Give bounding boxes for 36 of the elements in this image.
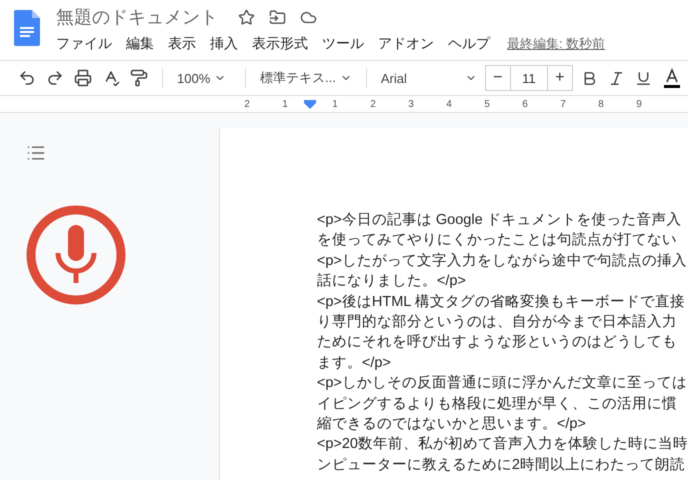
zoom-dropdown[interactable]: 100% bbox=[175, 68, 233, 88]
document-text-line: <p>後はHTML 構文タグの省略変換もキーボードで直接 bbox=[316, 292, 686, 312]
move-folder-icon[interactable] bbox=[269, 8, 286, 26]
menu-item[interactable]: ヘルプ bbox=[441, 33, 497, 55]
document-text-line: イピングするよりも格段に処理が早く、この活用に慣 bbox=[316, 394, 678, 414]
menu-item[interactable]: 表示形式 bbox=[245, 33, 315, 55]
document-text-line: <p>しかしその反面普通に頭に浮かんだ文章に至っては bbox=[316, 374, 688, 394]
microphone-icon[interactable] bbox=[26, 205, 126, 305]
docs-logo-icon[interactable] bbox=[14, 10, 40, 46]
menu-item[interactable]: 表示 bbox=[161, 33, 203, 55]
document-text-line: 話になりました。</p> bbox=[316, 272, 467, 292]
indent-marker-icon[interactable] bbox=[304, 100, 316, 108]
menu-item[interactable]: アドオン bbox=[371, 33, 441, 55]
print-button[interactable] bbox=[72, 67, 94, 89]
document-text-line: ます。</p> bbox=[316, 354, 392, 373]
document-text-line: ンピューターに教えるために2時間以上にわたって朗読 bbox=[316, 456, 686, 475]
menu-item[interactable]: 挿入 bbox=[203, 33, 245, 55]
document-text-line: り専門的な部分というのは、自分が今まで日本語入力 bbox=[316, 312, 678, 332]
menu-item[interactable]: ツール bbox=[315, 33, 371, 55]
document-text-line: 縮できるのではないかと思います。</p> bbox=[316, 415, 587, 434]
last-edit-link[interactable]: 最終編集: 数秒前 bbox=[507, 35, 606, 53]
ruler: 2 1 1 2 3 4 5 6 7 8 9 bbox=[0, 96, 688, 113]
document-text-line: <p>今日の記事は Google ドキュメントを使った音声入 bbox=[316, 210, 683, 230]
font-size-stepper[interactable]: − 11 + bbox=[484, 65, 573, 91]
document-title[interactable]: 無題のドキュメント bbox=[56, 5, 218, 29]
document-text-line: <p>20数年前、私が初めて音声入力を体験した時に当時 bbox=[316, 434, 688, 454]
document-text-line: ためにそれを呼び出すような形というのはどうしても bbox=[316, 333, 678, 352]
menu-item[interactable]: ファイル bbox=[56, 33, 119, 55]
paint-format-button[interactable] bbox=[128, 67, 150, 89]
menu-item[interactable]: 編集 bbox=[119, 33, 161, 55]
document-text-line: <p>したがって文字入力をしながら途中で句読点の挿入 bbox=[316, 252, 688, 271]
font-size-field[interactable]: 11 bbox=[510, 66, 548, 90]
style-dropdown[interactable]: 標準テキス... bbox=[258, 67, 354, 89]
font-dropdown[interactable]: Arial bbox=[378, 68, 479, 88]
document-text-line: を使ってみてやりにくかったことは句読点が打てない bbox=[316, 231, 678, 250]
star-icon[interactable] bbox=[238, 8, 255, 26]
